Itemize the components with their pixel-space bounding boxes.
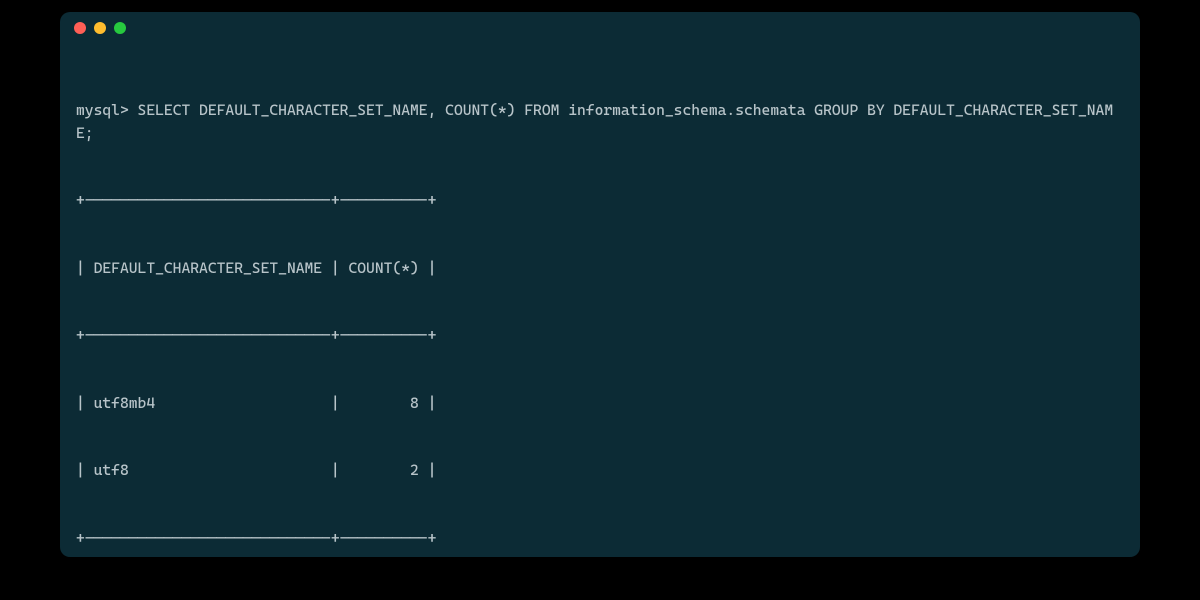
table-border-mid: +----------------------------+----------… [76,324,1124,347]
table-row: | utf8 | 2 | [76,459,1124,482]
table-border-top: +----------------------------+----------… [76,189,1124,212]
table-row: | utf8mb4 | 8 | [76,392,1124,415]
prompt-label: mysql> [76,101,129,119]
executed-command-line: mysql> SELECT DEFAULT_CHARACTER_SET_NAME… [76,99,1124,144]
maximize-icon[interactable] [114,22,126,34]
terminal-window[interactable]: mysql> SELECT DEFAULT_CHARACTER_SET_NAME… [60,12,1140,557]
terminal-output[interactable]: mysql> SELECT DEFAULT_CHARACTER_SET_NAME… [60,44,1140,557]
close-icon[interactable] [74,22,86,34]
window-titlebar [60,12,1140,44]
executed-query-text: SELECT DEFAULT_CHARACTER_SET_NAME, COUNT… [76,101,1113,142]
minimize-icon[interactable] [94,22,106,34]
table-header-row: | DEFAULT_CHARACTER_SET_NAME | COUNT(*) … [76,257,1124,280]
table-border-bottom: +----------------------------+----------… [76,527,1124,550]
